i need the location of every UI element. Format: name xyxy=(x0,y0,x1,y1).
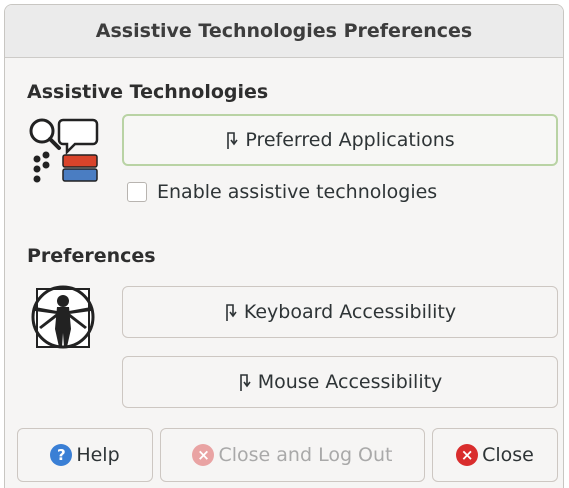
help-label: Help xyxy=(76,444,120,466)
vitruvian-man-icon xyxy=(27,281,99,359)
assistive-technologies-heading: Assistive Technologies xyxy=(27,81,269,103)
preferred-applications-label: Preferred Applications xyxy=(245,129,455,151)
preferences-heading: Preferences xyxy=(27,245,156,267)
close-and-log-out-label: Close and Log Out xyxy=(218,444,393,466)
enable-assistive-row[interactable]: Enable assistive technologies xyxy=(127,181,437,203)
launch-arrow-icon xyxy=(238,372,252,392)
window-title: Assistive Technologies Preferences xyxy=(95,20,473,42)
titlebar[interactable]: Assistive Technologies Preferences xyxy=(5,5,563,58)
mouse-accessibility-label: Mouse Accessibility xyxy=(257,371,443,393)
help-button[interactable]: ? Help xyxy=(17,428,153,482)
help-circle-icon: ? xyxy=(50,444,73,466)
enable-assistive-checkbox[interactable] xyxy=(127,182,147,202)
close-circle-icon: × xyxy=(192,444,215,466)
preferences-dialog: Assistive Technologies Preferences Assis… xyxy=(4,4,564,488)
launch-arrow-icon xyxy=(225,130,239,150)
keyboard-accessibility-button[interactable]: Keyboard Accessibility xyxy=(122,286,558,338)
close-circle-icon: × xyxy=(456,444,479,466)
close-and-log-out-button[interactable]: × Close and Log Out xyxy=(160,428,425,482)
close-button[interactable]: × Close xyxy=(432,428,558,482)
assistive-technologies-icon xyxy=(27,115,103,193)
keyboard-accessibility-label: Keyboard Accessibility xyxy=(243,301,457,323)
launch-arrow-icon xyxy=(224,302,238,322)
preferred-applications-button[interactable]: Preferred Applications xyxy=(122,114,558,166)
close-label: Close xyxy=(482,444,534,466)
mouse-accessibility-button[interactable]: Mouse Accessibility xyxy=(122,356,558,408)
enable-assistive-label: Enable assistive technologies xyxy=(157,181,438,203)
